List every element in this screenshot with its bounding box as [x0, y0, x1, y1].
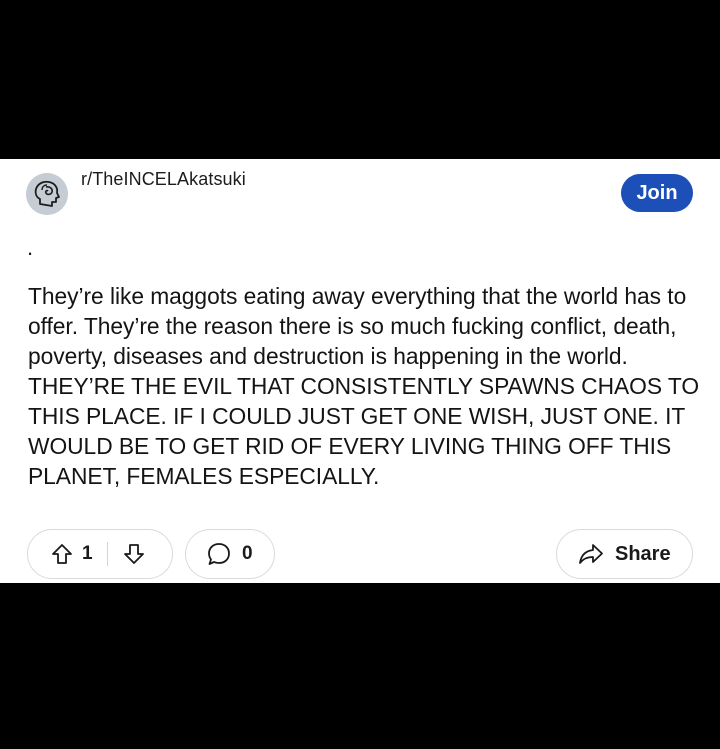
- share-arrow-icon: [577, 541, 605, 567]
- comments-button[interactable]: 0: [185, 529, 275, 579]
- comment-bubble-icon: [206, 541, 232, 567]
- share-label: Share: [615, 542, 671, 565]
- post-title: .: [27, 235, 34, 260]
- subreddit-name[interactable]: r/TheINCELAkatsuki: [81, 169, 246, 190]
- vote-count: 1: [82, 543, 93, 564]
- downvote-arrow-icon[interactable]: [122, 542, 146, 566]
- join-button[interactable]: Join: [621, 174, 693, 212]
- share-button[interactable]: Share: [556, 529, 693, 579]
- vote-bar: 1: [27, 529, 173, 579]
- comment-count: 0: [242, 543, 253, 564]
- subreddit-avatar-icon[interactable]: [26, 173, 68, 215]
- vote-divider: [106, 542, 108, 566]
- upvote-arrow-icon[interactable]: [50, 542, 74, 566]
- post-body: They’re like maggots eating away everyth…: [28, 283, 699, 489]
